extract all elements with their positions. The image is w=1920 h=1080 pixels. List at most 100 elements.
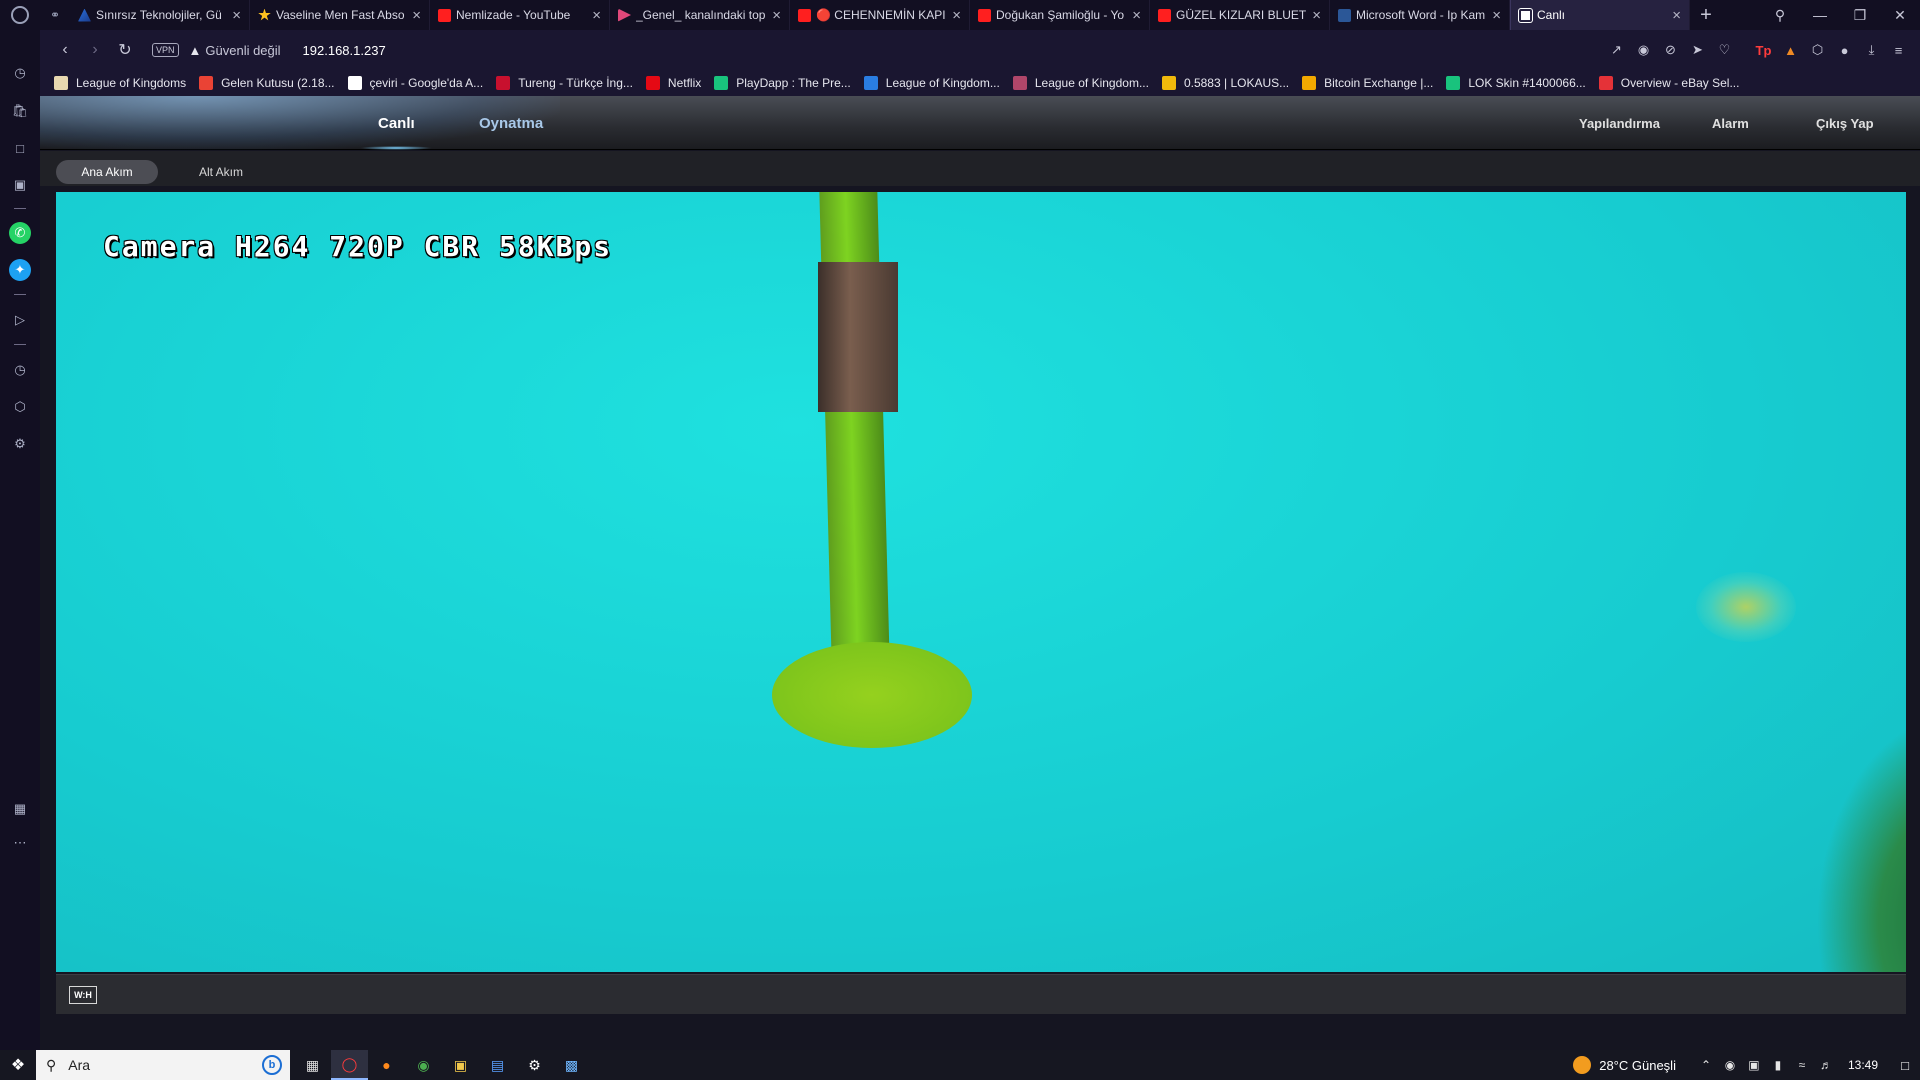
browser-tab[interactable]: Nemlizade - YouTube × (430, 0, 610, 30)
browser-tab[interactable]: GÜZEL KIZLARI BLUETO × (1150, 0, 1330, 30)
browser-tab[interactable]: 🔴 CEHENNEMİN KAPI × (790, 0, 970, 30)
gallery-icon[interactable]: ▦ (9, 798, 31, 820)
bing-icon[interactable]: b (262, 1055, 282, 1075)
speed-dial-icon[interactable]: ◷ (9, 62, 31, 84)
browser-tab[interactable]: Doğukan Şamiloğlu - Yo × (970, 0, 1150, 30)
share-icon[interactable]: ↗ (1603, 42, 1630, 58)
minimize-icon[interactable]: — (1800, 7, 1840, 23)
task-view-icon[interactable]: ▦ (294, 1050, 331, 1080)
extension-icon[interactable]: ▣ (9, 174, 31, 196)
nav-configuration[interactable]: Yapılandırma (1579, 96, 1660, 150)
bookmark-item[interactable]: Gelen Kutusu (2.18... (199, 76, 335, 90)
vpn-badge[interactable]: VPN (152, 43, 179, 57)
firefox-icon[interactable]: ● (368, 1050, 405, 1080)
tab-title: _Genel_ kanalındaki top (636, 8, 766, 22)
close-window-icon[interactable]: ✕ (1880, 7, 1920, 24)
weather-sun-icon[interactable] (1573, 1056, 1592, 1074)
download-icon[interactable]: ⤓ (1858, 42, 1885, 58)
close-tab-icon[interactable]: × (1132, 7, 1141, 24)
bookmark-item[interactable]: LOK Skin #1400066... (1446, 76, 1586, 90)
restore-icon[interactable]: ❐ (1840, 7, 1880, 24)
sidebar-separator (14, 294, 26, 295)
wifi-icon[interactable]: ≈ (1790, 1058, 1814, 1072)
metamask-icon[interactable]: ▲ (1777, 43, 1804, 58)
back-icon[interactable]: ‹ (50, 41, 80, 59)
history-icon[interactable]: ◷ (9, 359, 31, 381)
bookmark-item[interactable]: League of Kingdom... (863, 76, 1000, 90)
live-video-feed[interactable]: Camera H264 720P CBR 58KBps (56, 192, 1906, 972)
nav-live[interactable]: Canlı (360, 96, 432, 150)
whatsapp-icon[interactable]: ✆ (9, 222, 31, 244)
nav-logout[interactable]: Çıkış Yap (1816, 96, 1874, 150)
close-tab-icon[interactable]: × (592, 7, 601, 24)
bookmark-item[interactable]: çeviri - Google'da A... (347, 76, 483, 90)
volume-icon[interactable]: ♬ (1814, 1058, 1838, 1072)
aspect-ratio-button[interactable]: W:H (69, 986, 97, 1004)
bookmark-item[interactable]: Overview - eBay Sel... (1598, 76, 1739, 90)
chrome-icon[interactable]: ◉ (405, 1050, 442, 1080)
easy-setup-icon[interactable]: ≡ (1885, 43, 1912, 58)
file-explorer-icon[interactable]: ▣ (442, 1050, 479, 1080)
twitch-icon[interactable]: □ (9, 137, 31, 159)
bookmark-item[interactable]: 0.5883 | LOKAUS... (1161, 76, 1289, 90)
new-tab-button[interactable]: + (1690, 4, 1722, 27)
bookmark-item[interactable]: League of Kingdom... (1012, 76, 1149, 90)
extensions-cube-icon[interactable]: ⬡ (1804, 42, 1831, 58)
extension-tp-icon[interactable]: Tp (1750, 43, 1777, 58)
opera-logo-icon[interactable] (0, 0, 40, 30)
taskbar-clock[interactable]: 13:49 (1848, 1058, 1878, 1072)
more-options-icon[interactable]: ⋯ (9, 832, 31, 854)
security-status[interactable]: Güvenli değil (205, 43, 280, 58)
settings-gear-icon[interactable]: ⚙ (9, 433, 31, 455)
settings-icon[interactable]: ⚙ (516, 1050, 553, 1080)
player-icon[interactable]: ▷ (9, 309, 31, 331)
close-tab-icon[interactable]: × (412, 7, 421, 24)
tray-record-icon[interactable]: ◉ (1718, 1058, 1742, 1072)
cube-icon[interactable]: ⬡ (9, 396, 31, 418)
store-icon[interactable]: ▤ (479, 1050, 516, 1080)
close-tab-icon[interactable]: × (1492, 7, 1501, 24)
weather-text[interactable]: 28°C Güneşli (1599, 1058, 1676, 1073)
browser-tab[interactable]: _Genel_ kanalındaki top × (610, 0, 790, 30)
warning-icon[interactable]: ▲ (189, 43, 202, 58)
heart-icon[interactable]: ♡ (1711, 42, 1738, 58)
sub-stream-button[interactable]: Alt Akım (190, 160, 252, 184)
block-icon[interactable]: ⊘ (1657, 42, 1684, 58)
close-tab-icon[interactable]: × (232, 7, 241, 24)
nav-alarm[interactable]: Alarm (1712, 96, 1749, 150)
camera-snapshot-icon[interactable]: ◉ (1630, 42, 1657, 58)
forward-icon[interactable]: › (80, 41, 110, 59)
browser-tab[interactable]: Sınırsız Teknolojiler, Gü × (70, 0, 250, 30)
reload-icon[interactable]: ↻ (110, 40, 140, 60)
browser-tab[interactable]: Canlı × (1510, 0, 1690, 30)
notifications-icon[interactable]: □ (1890, 1058, 1920, 1073)
tab-menu-icon[interactable]: ⚭ (40, 0, 70, 30)
close-tab-icon[interactable]: × (952, 7, 961, 24)
taskbar-search-box[interactable]: ⚲ Ara b (36, 1050, 290, 1080)
twitter-icon[interactable]: ✦ (9, 259, 31, 281)
windows-start-icon[interactable]: ❖ (0, 1050, 36, 1080)
close-tab-icon[interactable]: × (772, 7, 781, 24)
opera-taskbar-icon[interactable]: ◯ (331, 1050, 368, 1080)
bookmark-item[interactable]: Tureng - Türkçe İng... (496, 76, 633, 90)
main-stream-button[interactable]: Ana Akım (56, 160, 158, 184)
browser-tab[interactable]: Microsoft Word - Ip Kam × (1330, 0, 1510, 30)
profile-icon[interactable]: ● (1831, 43, 1858, 58)
nav-playback[interactable]: Oynatma (479, 96, 543, 150)
close-tab-icon[interactable]: × (1672, 7, 1681, 24)
tab-search-icon[interactable]: ⚲ (1760, 7, 1800, 24)
battery-icon[interactable]: ▮ (1766, 1058, 1790, 1072)
bookmark-item[interactable]: Bitcoin Exchange |... (1302, 76, 1433, 90)
browser-tab[interactable]: Vaseline Men Fast Abso × (250, 0, 430, 30)
tray-chevron-icon[interactable]: ⌃ (1694, 1058, 1718, 1072)
bookmark-item[interactable]: Netflix (645, 76, 701, 90)
bookmark-item[interactable]: League of Kingdoms (54, 76, 186, 90)
url-field[interactable]: 192.168.1.237 (303, 43, 386, 58)
tab-title: 🔴 CEHENNEMİN KAPI (816, 8, 946, 22)
bookmark-item[interactable]: PlayDapp : The Pre... (714, 76, 851, 90)
remote-desktop-icon[interactable]: ▩ (553, 1050, 590, 1080)
shopping-icon[interactable]: 🛍 (9, 100, 31, 122)
tray-app-icon[interactable]: ▣ (1742, 1058, 1766, 1072)
send-icon[interactable]: ➤ (1684, 42, 1711, 58)
close-tab-icon[interactable]: × (1312, 7, 1321, 24)
